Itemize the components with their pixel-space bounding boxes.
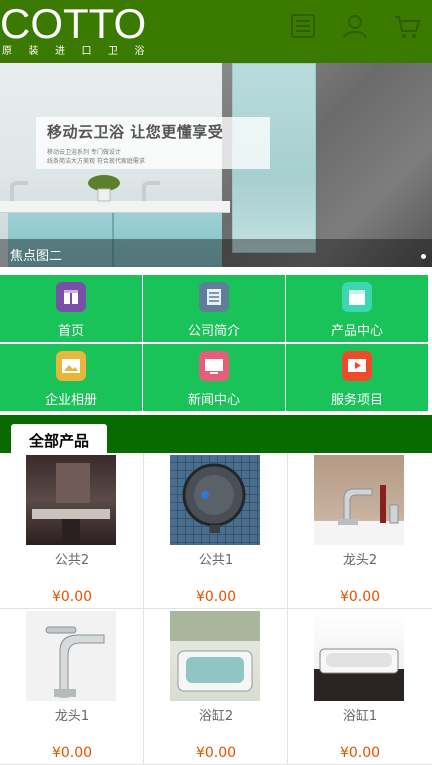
cart-icon[interactable] (393, 12, 421, 40)
product-card[interactable]: 公共2 ¥0.00 (0, 453, 144, 609)
banner-caption: 焦点图二 (10, 249, 63, 264)
product-name: 公共1 (198, 553, 234, 568)
product-image[interactable] (170, 455, 260, 545)
nav-label: 首页 (57, 324, 84, 339)
product-price: ¥0.00 (51, 589, 93, 605)
product-grid: 公共2 ¥0.00 公共1 ¥0.00 龙头2 ¥0.00 龙头1 ¥0.00 … (0, 453, 432, 765)
product-image[interactable] (170, 611, 260, 701)
product-price: ¥0.00 (51, 745, 93, 761)
product-price: ¥0.00 (339, 589, 381, 605)
nav-label: 新闻中心 (187, 393, 240, 408)
menu-icon[interactable] (289, 12, 317, 40)
logo[interactable]: COTTO (0, 2, 146, 46)
product-card[interactable]: 公共1 ¥0.00 (144, 453, 288, 609)
product-image[interactable] (26, 611, 116, 701)
monitor-icon (199, 351, 229, 381)
product-card[interactable]: 龙头2 ¥0.00 (288, 453, 432, 609)
product-image[interactable] (314, 611, 404, 701)
nav-item-services[interactable]: 服务项目 (286, 344, 428, 411)
nav-item-album[interactable]: 企业相册 (0, 344, 142, 411)
box-icon (342, 282, 372, 312)
product-name: 公共2 (54, 553, 90, 568)
nav-label: 企业相册 (44, 393, 97, 408)
home-icon (56, 282, 86, 312)
product-name: 浴缸1 (342, 709, 378, 724)
banner-headline: 移动云卫浴 让您更懂享受 (47, 123, 224, 141)
product-name: 浴缸2 (198, 709, 234, 724)
product-card[interactable]: 龙头1 ¥0.00 (0, 609, 144, 765)
product-card[interactable]: 浴缸2 ¥0.00 (144, 609, 288, 765)
banner-subline-2: 线条简洁大方美观 符合现代家庭需求 (47, 158, 145, 165)
play-icon (342, 351, 372, 381)
plant-decoration (88, 175, 120, 202)
banner-caption-bar (0, 239, 432, 267)
product-name: 龙头1 (54, 709, 90, 724)
carousel-dot[interactable] (421, 254, 426, 259)
faucet-decoration-2 (142, 181, 160, 201)
nav-item-about[interactable]: 公司简介 (143, 275, 285, 342)
nav-label: 公司简介 (187, 324, 240, 339)
nav-label: 服务项目 (330, 393, 383, 408)
product-card[interactable]: 浴缸1 ¥0.00 (288, 609, 432, 765)
nav-label: 产品中心 (330, 324, 383, 339)
banner-subline-1: 移动云卫浴系列 专门做设计 (47, 149, 121, 156)
product-name: 龙头2 (342, 553, 378, 568)
product-image[interactable] (26, 455, 116, 545)
faucet-decoration (10, 181, 28, 201)
nav-item-products[interactable]: 产品中心 (286, 275, 428, 342)
banner-carousel[interactable]: 移动云卫浴 让您更懂享受 移动云卫浴系列 专门做设计 线条简洁大方美观 符合现代… (0, 63, 432, 267)
nav-grid: 首页 公司简介 产品中心 企业相册 新闻中心 服务项目 (0, 275, 432, 415)
product-price: ¥0.00 (339, 745, 381, 761)
user-icon[interactable] (341, 12, 369, 40)
product-image[interactable] (314, 455, 404, 545)
logo-tagline: 原装进口卫浴 (2, 46, 161, 57)
header: COTTO 原装进口卫浴 (0, 0, 432, 63)
photo-icon (56, 351, 86, 381)
product-price: ¥0.00 (195, 745, 237, 761)
section-title: 全部产品 (28, 432, 89, 450)
nav-item-news[interactable]: 新闻中心 (143, 344, 285, 411)
document-icon (199, 282, 229, 312)
nav-item-home[interactable]: 首页 (0, 275, 142, 342)
product-price: ¥0.00 (195, 589, 237, 605)
